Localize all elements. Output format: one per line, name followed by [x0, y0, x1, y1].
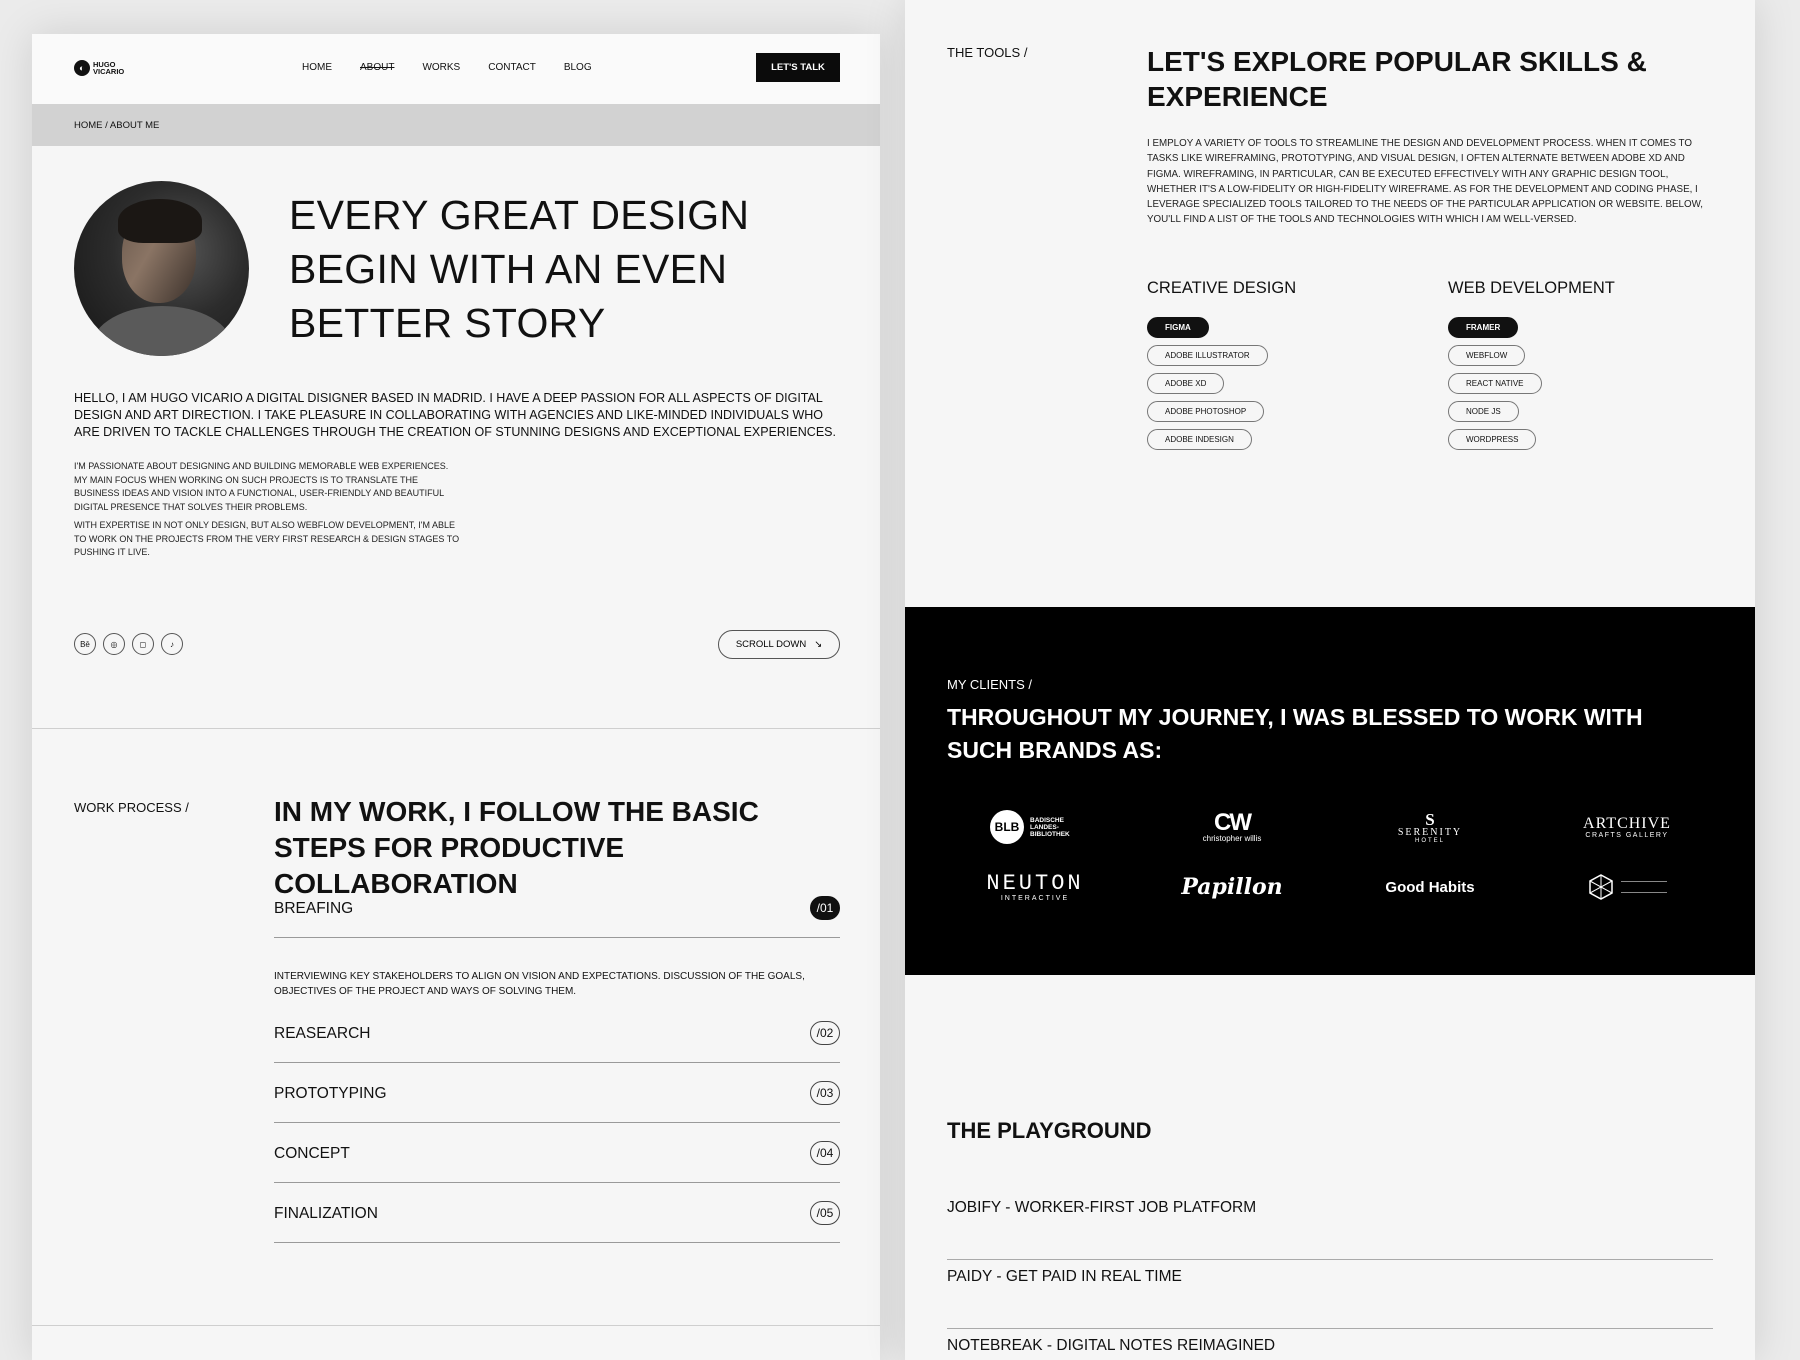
- tools-title: LET'S EXPLORE POPULAR SKILLS & EXPERIENC…: [1147, 46, 1647, 112]
- playground-item-jobify[interactable]: JOBIFY - WORKER-FIRST JOB PLATFORM: [947, 1191, 1713, 1260]
- brand-papillon-logo: Papillon: [1181, 874, 1283, 900]
- tag-figma[interactable]: FIGMA: [1147, 317, 1209, 338]
- step-number: /02: [810, 1021, 840, 1045]
- tag-xd[interactable]: ADOBE XD: [1147, 373, 1225, 394]
- logo[interactable]: ◐ HUGO VICARIO: [74, 60, 133, 76]
- brand-christopher-willis-logo: CW christopher willis: [1202, 809, 1262, 843]
- playground-item-paidy[interactable]: PAIDY - GET PAID IN REAL TIME: [947, 1260, 1713, 1329]
- tools-page-panel: THE TOOLS / LET'S EXPLORE POPULAR SKILLS…: [905, 0, 1755, 1360]
- scroll-down-button[interactable]: SCROLL DOWN ↘: [718, 630, 840, 659]
- nav-blog[interactable]: BLOG: [564, 62, 592, 73]
- step-name: REASEARCH: [274, 1025, 371, 1042]
- lets-talk-button[interactable]: LET'S TALK: [756, 53, 840, 82]
- avatar: [74, 181, 249, 356]
- main-menu: HOME ABOUT WORKS CONTACT BLOG: [302, 62, 592, 73]
- step-description: INTERVIEWING KEY STAKEHOLDERS TO ALIGN O…: [274, 971, 805, 997]
- work-process-label: WORK PROCESS /: [74, 800, 189, 815]
- social-links: Bē ◎ ◻ ♪: [74, 633, 183, 655]
- web-development-tags: FRAMER WEBFLOW REACT NATIVE NODE JS WORD…: [1448, 317, 1542, 450]
- step-name: CONCEPT: [274, 1145, 350, 1162]
- clients-title: THROUGHOUT MY JOURNEY, I WAS BLESSED TO …: [947, 704, 1643, 763]
- nav-contact[interactable]: CONTACT: [488, 62, 536, 73]
- step-name: FINALIZATION: [274, 1205, 378, 1222]
- section-divider: [32, 728, 880, 729]
- process-step-prototyping[interactable]: PROTOTYPING /03: [274, 1063, 840, 1123]
- nav-about[interactable]: ABOUT: [360, 62, 394, 73]
- intro-text: HELLO, I AM HUGO VICARIO A DIGITAL DISIG…: [74, 391, 836, 439]
- logo-mark-icon: ◐: [74, 60, 90, 76]
- tag-indesign[interactable]: ADOBE INDESIGN: [1147, 429, 1252, 450]
- bio-paragraph-1: I'M PASSIONATE ABOUT DESIGNING AND BUILD…: [74, 461, 449, 512]
- brand-serenity-logo: S SERENITY HOTEL: [1397, 809, 1463, 844]
- clients-section: MY CLIENTS / THROUGHOUT MY JOURNEY, I WA…: [905, 607, 1755, 975]
- twitter-icon[interactable]: ♪: [161, 633, 183, 655]
- bio-paragraph-2: WITH EXPERTISE IN NOT ONLY DESIGN, BUT A…: [74, 520, 460, 557]
- step-name: BREAFING: [274, 900, 354, 917]
- nav-home[interactable]: HOME: [302, 62, 332, 73]
- step-number: /03: [810, 1081, 840, 1105]
- process-step-research[interactable]: REASEARCH /02: [274, 1003, 840, 1063]
- clients-label: MY CLIENTS /: [947, 677, 1033, 692]
- step-name: PROTOTYPING: [274, 1085, 387, 1102]
- step-number: /05: [810, 1201, 840, 1225]
- brand-hexagon-wordmark-icon: [1621, 881, 1667, 893]
- top-navigation: ◐ HUGO VICARIO HOME ABOUT WORKS CONTACT …: [32, 34, 880, 104]
- about-page-panel: ◐ HUGO VICARIO HOME ABOUT WORKS CONTACT …: [32, 34, 880, 1360]
- arrow-down-right-icon: ↘: [814, 639, 823, 650]
- breadcrumb: HOME / ABOUT ME: [74, 120, 160, 131]
- playground-item-notebreak[interactable]: NOTEBREAK - DIGITAL NOTES REIMAGINED: [947, 1329, 1713, 1360]
- web-development-heading: WEB DEVELOPMENT: [1448, 279, 1615, 297]
- tag-illustrator[interactable]: ADOBE ILLUSTRATOR: [1147, 345, 1268, 366]
- hexagon-cube-icon: [1589, 874, 1613, 900]
- hero-title: EVERY GREAT DESIGN BEGIN WITH AN EVEN BE…: [289, 192, 750, 346]
- creative-design-heading: CREATIVE DESIGN: [1147, 279, 1297, 297]
- tag-node-js[interactable]: NODE JS: [1448, 401, 1519, 422]
- process-step-briefing[interactable]: BREAFING /01: [274, 878, 840, 938]
- logo-line2: VICARIO: [93, 67, 125, 76]
- process-step-concept[interactable]: CONCEPT /04: [274, 1123, 840, 1183]
- instagram-icon[interactable]: ◻: [132, 633, 154, 655]
- process-step-finalization[interactable]: FINALIZATION /05: [274, 1183, 840, 1243]
- step-number: /04: [810, 1141, 840, 1165]
- creative-design-tags: FIGMA ADOBE ILLUSTRATOR ADOBE XD ADOBE P…: [1147, 317, 1268, 450]
- tag-webflow[interactable]: WEBFLOW: [1448, 345, 1526, 366]
- tools-label: THE TOOLS /: [947, 45, 1028, 60]
- step-number: /01: [810, 896, 840, 920]
- scroll-down-label: SCROLL DOWN: [735, 639, 807, 650]
- playground-title: THE PLAYGROUND: [947, 1118, 1152, 1143]
- breadcrumb-bar: HOME / ABOUT ME: [32, 104, 880, 146]
- tag-framer[interactable]: FRAMER: [1448, 317, 1519, 338]
- tools-description: I EMPLOY A VARIETY OF TOOLS TO STREAMLIN…: [1147, 138, 1704, 226]
- dribbble-icon[interactable]: ◎: [103, 633, 125, 655]
- tag-react-native[interactable]: REACT NATIVE: [1448, 373, 1542, 394]
- brand-artchive-logo: ARTCHIVE CRAFTS GALLERY: [1583, 814, 1671, 839]
- tag-photoshop[interactable]: ADOBE PHOTOSHOP: [1147, 401, 1265, 422]
- brand-neuton-logo: NEUTON INTERACTIVE: [986, 870, 1084, 902]
- behance-icon[interactable]: Bē: [74, 633, 96, 655]
- brand-good-habits-logo: Good Habits: [1385, 878, 1475, 896]
- section-divider: [32, 1325, 880, 1326]
- tag-wordpress[interactable]: WORDPRESS: [1448, 429, 1537, 450]
- nav-works[interactable]: WORKS: [422, 62, 460, 73]
- brand-blb-logo: BLB BADISCHE LANDES- BIBLIOTHEK: [950, 802, 1120, 852]
- brand-hexagon-logo: [1542, 862, 1712, 912]
